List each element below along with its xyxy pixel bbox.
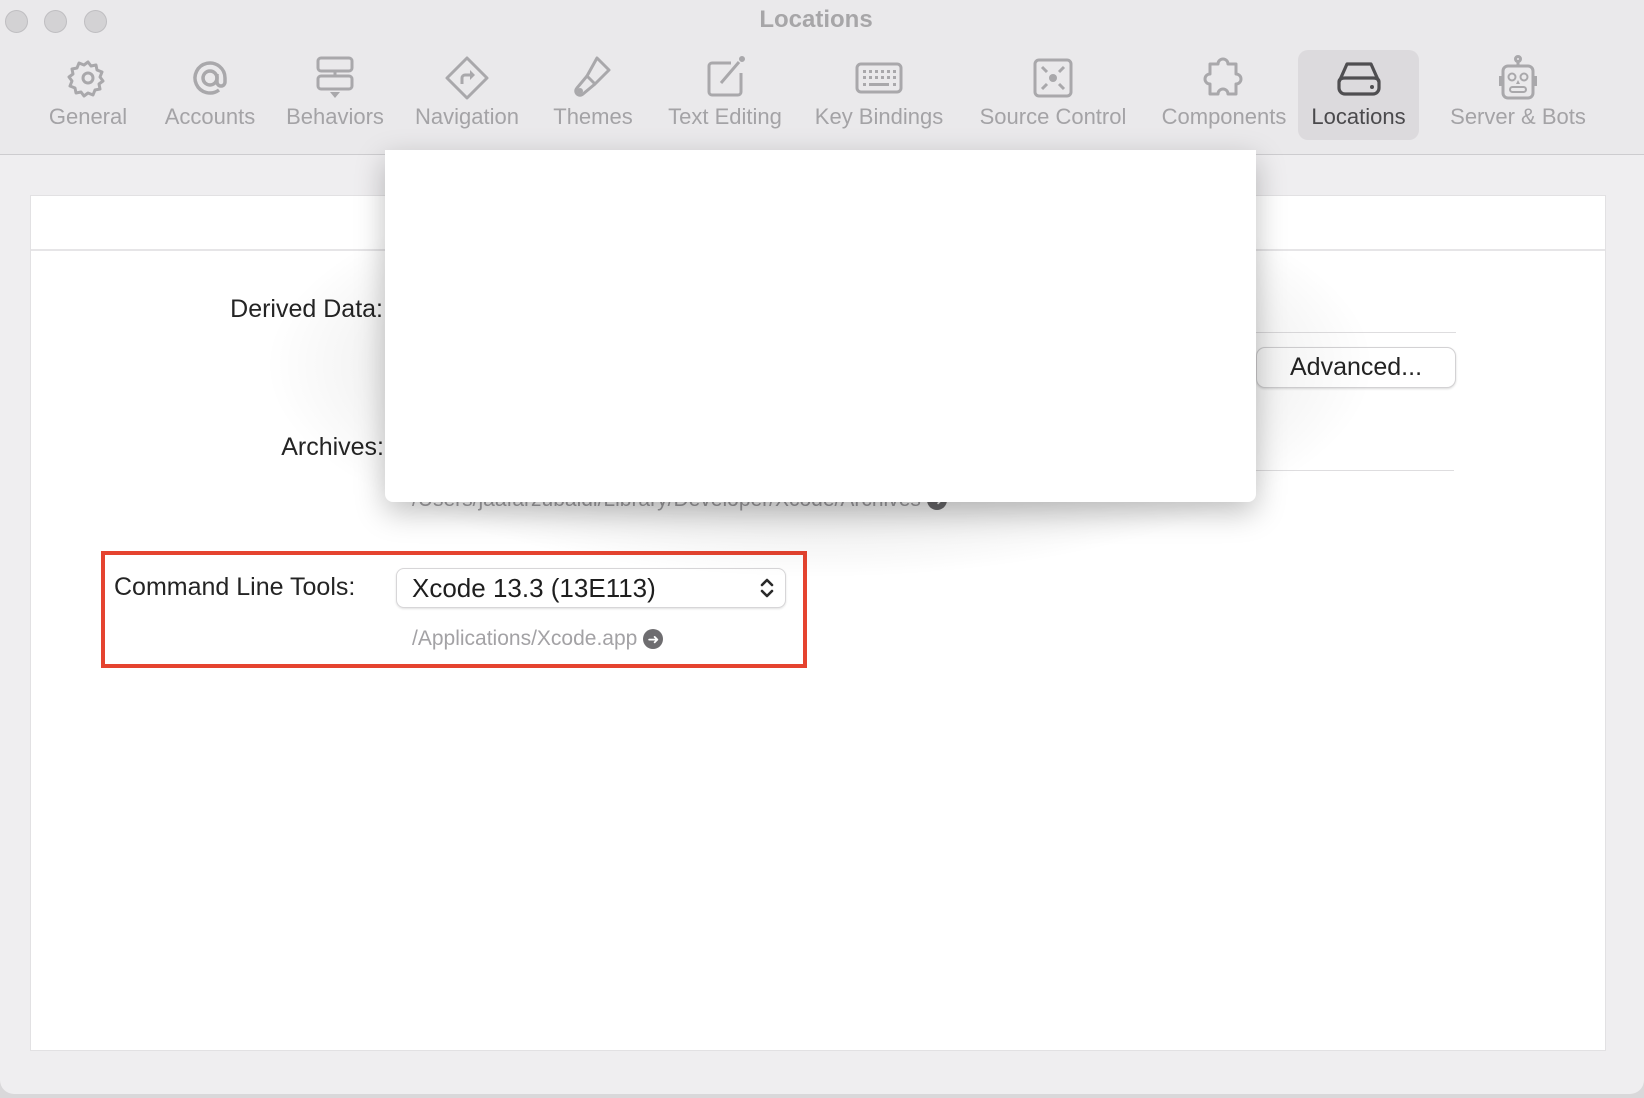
- up-down-chevron-icon: [760, 578, 774, 598]
- gear-icon: [67, 60, 105, 98]
- behaviors-icon: [316, 56, 354, 98]
- tab-key-bindings[interactable]: Key Bindings: [808, 50, 950, 140]
- tab-server-bots[interactable]: Server & Bots: [1440, 50, 1596, 140]
- command-line-tools-label: Command Line Tools:: [114, 573, 356, 601]
- keyboard-icon: [855, 62, 903, 94]
- tab-components[interactable]: Components: [1156, 50, 1292, 140]
- hard-drive-icon: [1336, 62, 1381, 96]
- archives-label: Archives:: [281, 433, 384, 461]
- toolbar: Locations General Accounts Behaviors Nav…: [0, 0, 1644, 155]
- command-line-tools-value: Xcode 13.3 (13E113): [412, 573, 656, 603]
- puzzle-piece-icon: [1203, 57, 1243, 96]
- reveal-in-finder-arrow-icon[interactable]: ➜: [643, 629, 664, 650]
- tab-navigation[interactable]: Navigation: [408, 50, 526, 140]
- robot-icon: [1499, 55, 1537, 100]
- tab-general[interactable]: General: [40, 50, 136, 140]
- source-control-icon: [1033, 58, 1073, 98]
- preferences-window: Locations General Accounts Behaviors Nav…: [0, 0, 1644, 1094]
- command-line-tools-popup[interactable]: Xcode 13.3 (13E113): [396, 568, 786, 608]
- navigation-sign-icon: [445, 56, 489, 100]
- command-line-tools-path: /Applications/Xcode.app ➜: [412, 627, 664, 651]
- advanced-button[interactable]: Advanced...: [1256, 347, 1456, 388]
- window-title: Locations: [759, 6, 873, 33]
- tab-text-editing[interactable]: Text Editing: [660, 50, 790, 140]
- paintbrush-icon: [574, 56, 611, 97]
- tab-source-control[interactable]: Source Control: [972, 50, 1134, 140]
- tab-behaviors[interactable]: Behaviors: [280, 50, 390, 140]
- command-line-tools-path-text: /Applications/Xcode.app: [412, 627, 638, 650]
- tab-locations[interactable]: Locations: [1298, 50, 1419, 140]
- at-sign-icon: [193, 61, 227, 95]
- tab-themes[interactable]: Themes: [545, 50, 641, 140]
- derived-data-label: Derived Data:: [230, 295, 383, 323]
- blank-popover-overlay[interactable]: [385, 150, 1256, 502]
- square-pencil-icon: [707, 56, 745, 97]
- tab-accounts[interactable]: Accounts: [155, 50, 265, 140]
